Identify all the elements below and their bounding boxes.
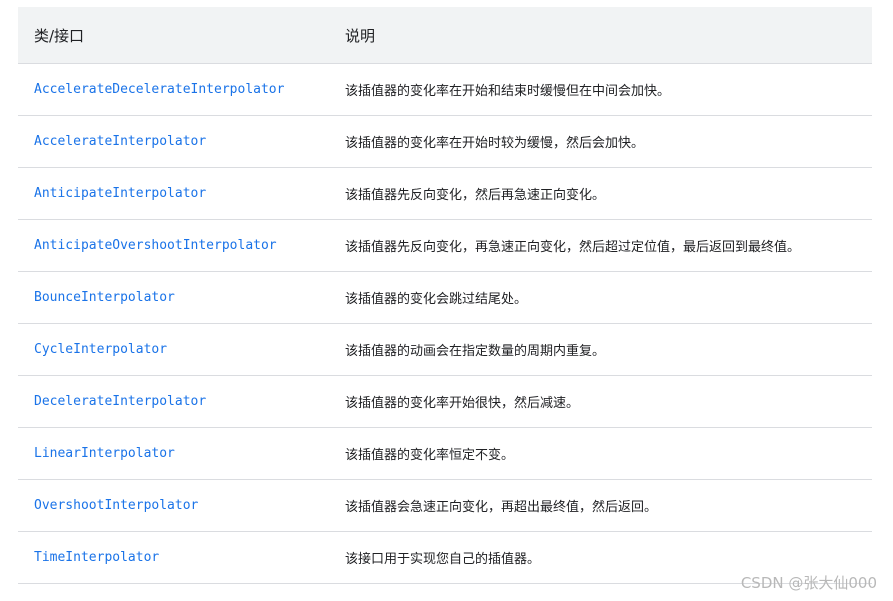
csdn-watermark: CSDN @张大仙000: [740, 574, 877, 592]
class-description: 该插值器先反向变化，然后再急速正向变化。: [330, 167, 872, 220]
table-row: DecelerateInterpolator 该插值器的变化率开始很快，然后减速…: [18, 375, 872, 428]
table-row: AnticipateInterpolator 该插值器先反向变化，然后再急速正向…: [18, 167, 872, 220]
table-row: AnticipateOvershootInterpolator 该插值器先反向变…: [18, 219, 872, 272]
class-name-link[interactable]: AccelerateInterpolator: [18, 115, 330, 168]
class-name-link[interactable]: AnticipateInterpolator: [18, 167, 330, 220]
table-row: OvershootInterpolator 该插值器会急速正向变化，再超出最终值…: [18, 479, 872, 532]
class-name-link[interactable]: DecelerateInterpolator: [18, 375, 330, 428]
table-header: 类/接口 说明: [18, 7, 872, 64]
class-description: 该插值器的变化率开始很快，然后减速。: [330, 375, 872, 428]
table-body: AccelerateDecelerateInterpolator 该插值器的变化…: [18, 63, 872, 584]
header-description: 说明: [330, 7, 872, 64]
class-description: 该插值器的变化率恒定不变。: [330, 427, 872, 480]
interpolator-table: 类/接口 说明 AccelerateDecelerateInterpolator…: [18, 7, 872, 584]
table-header-row: 类/接口 说明: [18, 7, 872, 64]
table-row: CycleInterpolator 该插值器的动画会在指定数量的周期内重复。: [18, 323, 872, 376]
class-description: 该插值器的变化会跳过结尾处。: [330, 271, 872, 324]
class-description: 该插值器先反向变化，再急速正向变化，然后超过定位值，最后返回到最终值。: [330, 219, 872, 272]
class-name-link[interactable]: AnticipateOvershootInterpolator: [18, 219, 330, 272]
class-name-link[interactable]: CycleInterpolator: [18, 323, 330, 376]
class-name-link[interactable]: LinearInterpolator: [18, 427, 330, 480]
class-name-link[interactable]: BounceInterpolator: [18, 271, 330, 324]
class-description: 该插值器的动画会在指定数量的周期内重复。: [330, 323, 872, 376]
table-row: AccelerateDecelerateInterpolator 该插值器的变化…: [18, 63, 872, 116]
class-name-link[interactable]: TimeInterpolator: [18, 531, 330, 584]
header-class-interface: 类/接口: [18, 7, 330, 64]
class-description: 该插值器的变化率在开始时较为缓慢，然后会加快。: [330, 115, 872, 168]
table-row: BounceInterpolator 该插值器的变化会跳过结尾处。: [18, 271, 872, 324]
class-name-link[interactable]: OvershootInterpolator: [18, 479, 330, 532]
table-row: LinearInterpolator 该插值器的变化率恒定不变。: [18, 427, 872, 480]
interpolator-table-container: 类/接口 说明 AccelerateDecelerateInterpolator…: [18, 7, 872, 584]
table-row: AccelerateInterpolator 该插值器的变化率在开始时较为缓慢，…: [18, 115, 872, 168]
class-description: 该插值器会急速正向变化，再超出最终值，然后返回。: [330, 479, 872, 532]
class-name-link[interactable]: AccelerateDecelerateInterpolator: [18, 63, 330, 116]
class-description: 该插值器的变化率在开始和结束时缓慢但在中间会加快。: [330, 63, 872, 116]
